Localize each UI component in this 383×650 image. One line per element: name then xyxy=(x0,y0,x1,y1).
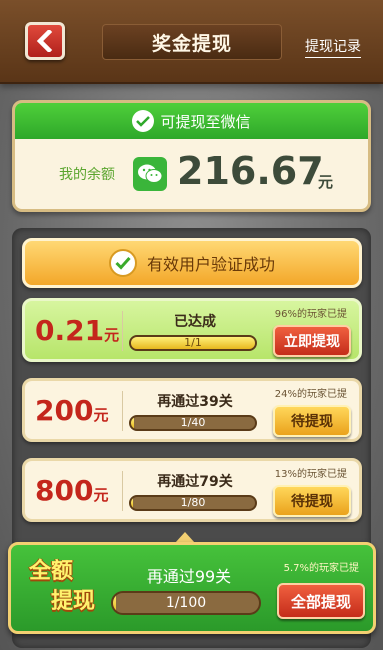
page-title: 奖金提现 xyxy=(102,24,282,60)
tier-amount: 0.21元 xyxy=(35,314,119,347)
tier-amount-unit: 元 xyxy=(93,486,109,504)
withdraw-all-button[interactable]: 全部提现 xyxy=(277,583,365,619)
progress-text: 1/100 xyxy=(165,595,207,611)
checkmark-icon xyxy=(108,249,137,277)
full-status: 再通过99关 xyxy=(146,567,232,586)
full-label-line2: 提现 xyxy=(51,589,96,614)
wechat-check-icon xyxy=(132,110,155,132)
withdraw-record-link[interactable]: 提现记录 xyxy=(305,36,361,58)
tier-status: 再通过39关 xyxy=(157,394,233,410)
pending-withdraw-button[interactable]: 待提现 xyxy=(273,405,351,437)
progress-text: 1/80 xyxy=(180,496,206,509)
pending-withdraw-button[interactable]: 待提现 xyxy=(273,485,351,517)
tier-amount-value: 800 xyxy=(35,474,94,507)
balance-amount: 216.67 xyxy=(177,149,324,193)
tier-amount-value: 200 xyxy=(35,394,94,427)
progress-bar: 1/1 xyxy=(129,335,257,351)
progress-bar: 1/40 xyxy=(129,415,257,431)
back-arrow-icon xyxy=(36,30,53,52)
balance-label: 我的余额 xyxy=(59,167,115,183)
tier-amount: 800元 xyxy=(35,474,108,507)
players-percent: 5.7%的玩家已提 xyxy=(283,563,359,574)
tier-amount: 200元 xyxy=(35,394,108,427)
tier-amount-value: 0.21 xyxy=(35,314,105,347)
full-label-line1: 全额 xyxy=(29,559,74,584)
withdraw-now-button[interactable]: 立即提现 xyxy=(273,325,351,357)
balance-body: 我的余额 216.67 元 xyxy=(15,139,368,209)
tier-row: 0.21元 已达成 1/1 96%的玩家已提 立即提现 xyxy=(22,298,362,362)
balance-card: 可提现至微信 我的余额 216.67 元 xyxy=(12,100,371,212)
divider xyxy=(122,471,123,511)
full-progress-bar: 1/100 xyxy=(111,591,261,615)
players-percent: 96%的玩家已提 xyxy=(274,309,347,320)
balance-unit: 元 xyxy=(318,173,334,191)
top-bar: 奖金提现 提现记录 xyxy=(0,0,383,84)
tier-status: 已达成 xyxy=(174,314,216,330)
full-withdraw-label: 全额 提现 xyxy=(29,557,97,617)
divider xyxy=(122,311,123,351)
tier-amount-unit: 元 xyxy=(104,326,120,344)
verify-text: 有效用户验证成功 xyxy=(146,255,275,274)
balance-header: 可提现至微信 xyxy=(15,103,368,139)
progress-bar: 1/80 xyxy=(129,495,257,511)
players-percent: 13%的玩家已提 xyxy=(274,469,347,480)
balance-header-text: 可提现至微信 xyxy=(160,112,251,131)
divider xyxy=(122,391,123,431)
back-button[interactable] xyxy=(25,22,65,60)
tier-row: 200元 再通过39关 1/40 24%的玩家已提 待提现 xyxy=(22,378,362,442)
progress-text: 1/40 xyxy=(180,416,206,429)
full-withdraw-panel: 全额 提现 再通过99关 1/100 5.7%的玩家已提 全部提现 xyxy=(8,542,376,634)
players-percent: 24%的玩家已提 xyxy=(274,389,347,400)
verify-banner: 有效用户验证成功 xyxy=(22,238,362,288)
tier-status: 再通过79关 xyxy=(157,474,233,490)
tier-amount-unit: 元 xyxy=(93,406,109,424)
progress-text: 1/1 xyxy=(184,336,202,349)
tier-row: 800元 再通过79关 1/80 13%的玩家已提 待提现 xyxy=(22,458,362,522)
wechat-logo-icon xyxy=(133,157,167,191)
